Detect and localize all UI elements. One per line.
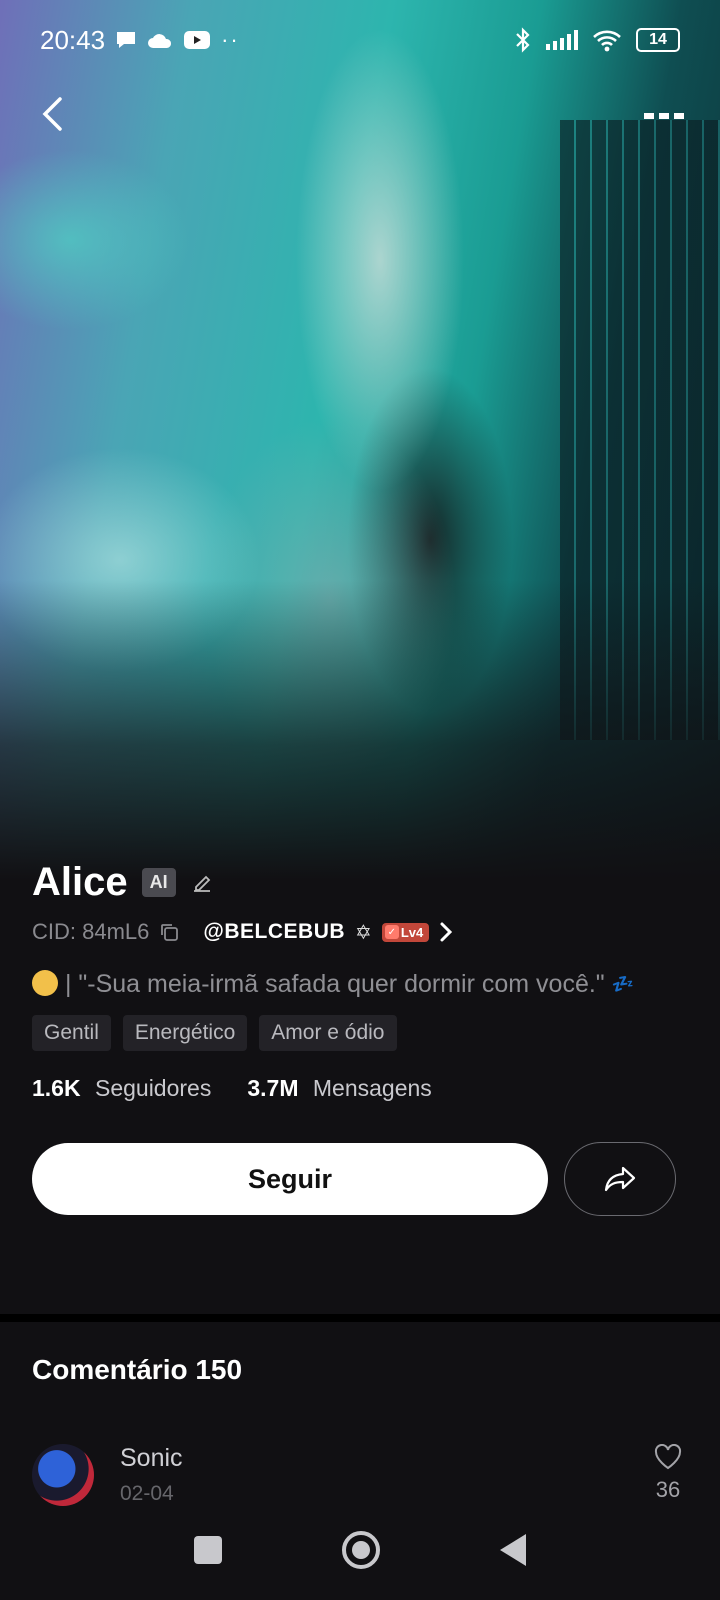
- follow-button[interactable]: Seguir: [32, 1143, 548, 1215]
- profile-info: Alice AI CID: 84mL6 @BELCEBUB ✡ ✓ Lv4 | …: [32, 860, 688, 1216]
- copy-icon[interactable]: [159, 922, 179, 942]
- system-navigation-bar: [0, 1500, 720, 1600]
- profile-cover-image: [0, 0, 720, 880]
- screen: 20:43 ·· 14 Alice AI CID: 84mL6 @BELCEBU…: [0, 0, 720, 1600]
- share-button[interactable]: [564, 1142, 676, 1216]
- cover-background-city: [560, 120, 720, 740]
- heart-icon: [654, 1443, 682, 1470]
- character-bio: | "-Sua meia-irmã safada quer dormir com…: [32, 967, 688, 1001]
- comment-username[interactable]: Sonic: [120, 1444, 183, 1473]
- name-row: Alice AI: [32, 860, 688, 905]
- grin-emoji-icon: [32, 970, 58, 996]
- section-divider: [0, 1314, 720, 1322]
- share-icon: [604, 1166, 636, 1192]
- status-right: 14: [514, 27, 680, 53]
- comments-section: Comentário 150 Sonic 02-04 36: [32, 1354, 688, 1506]
- status-time: 20:43: [40, 24, 106, 55]
- more-dots-icon: ··: [221, 27, 240, 52]
- more-icon: [644, 113, 654, 119]
- system-back-button[interactable]: [500, 1534, 526, 1566]
- chat-icon: [117, 32, 136, 48]
- more-button[interactable]: [636, 96, 692, 136]
- level-badge: ✓ Lv4: [381, 922, 430, 942]
- stats-row: 1.6K Seguidores 3.7M Mensagens: [32, 1075, 688, 1102]
- cloud-icon: [148, 34, 172, 48]
- status-bar: 20:43 ·· 14: [0, 0, 720, 80]
- sleep-emoji-icon: 💤: [611, 974, 635, 994]
- like-button[interactable]: 36: [648, 1443, 688, 1503]
- tag-item[interactable]: Gentil: [32, 1015, 111, 1051]
- ai-badge: AI: [141, 868, 176, 897]
- bluetooth-icon: [516, 27, 530, 53]
- level-shield-icon: ✓: [384, 925, 399, 939]
- chevron-right-icon[interactable]: [439, 921, 453, 943]
- status-left: 20:43 ··: [40, 25, 240, 56]
- character-name: Alice: [32, 860, 128, 904]
- messages-label: Mensagens: [312, 1075, 432, 1101]
- tag-item[interactable]: Amor e ódio: [259, 1015, 397, 1051]
- creator-link[interactable]: @BELCEBUB: [203, 920, 345, 944]
- wifi-icon: [593, 30, 621, 52]
- battery-icon: 14: [636, 28, 680, 52]
- edit-icon[interactable]: [190, 871, 214, 895]
- bio-text: | "-Sua meia-irmã safada quer dormir com…: [64, 970, 605, 998]
- recents-button[interactable]: [194, 1536, 222, 1564]
- youtube-icon: [184, 31, 211, 49]
- creator-symbol: ✡: [355, 921, 372, 944]
- messages-stat: 3.7M Mensagens: [247, 1075, 431, 1102]
- tag-item[interactable]: Energético: [122, 1015, 248, 1051]
- comments-title: Comentário 150: [32, 1354, 243, 1385]
- messages-value: 3.7M: [247, 1075, 299, 1101]
- chevron-left-icon: [42, 97, 62, 131]
- back-button[interactable]: [28, 90, 76, 138]
- cid-row: CID: 84mL6 @BELCEBUB ✡ ✓ Lv4: [32, 919, 688, 945]
- character-id: CID: 84mL6: [32, 919, 150, 944]
- home-button[interactable]: [342, 1531, 380, 1569]
- battery-level: 14: [649, 31, 667, 48]
- signal-icon: [546, 30, 578, 50]
- action-row: Seguir: [32, 1142, 688, 1216]
- level-label: Lv4: [400, 924, 424, 940]
- avatar[interactable]: [32, 1444, 94, 1506]
- followers-value: 1.6K: [32, 1075, 81, 1101]
- tag-list: Gentil Energético Amor e ódio: [32, 1015, 688, 1051]
- followers-stat[interactable]: 1.6K Seguidores: [32, 1075, 211, 1102]
- followers-label: Seguidores: [94, 1075, 212, 1101]
